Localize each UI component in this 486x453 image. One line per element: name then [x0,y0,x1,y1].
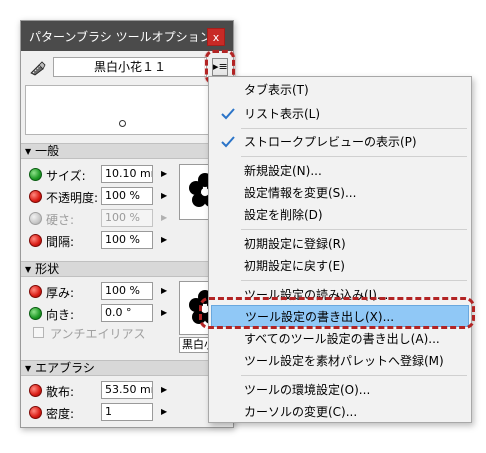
pressure-toggle-icon[interactable] [29,406,42,419]
menu-item-label: ストロークプレビューの表示(P) [244,135,417,149]
menu-separator [241,156,467,157]
brush-cursor-icon [119,120,126,127]
menu-item-label: リスト表示(L) [244,107,321,121]
menu-item-export-all-settings[interactable]: すべてのツール設定の書き出し(A)... [211,328,469,350]
menu-item-label: ツール設定を素材パレットへ登録(M) [244,354,444,368]
menu-item-change-info[interactable]: 設定情報を変更(S)... [211,182,469,204]
menu-separator [241,229,467,230]
section-shape[interactable]: ▼ 形状 [21,261,233,277]
hardness-arrow-icon: ▶ [161,213,168,222]
interval-arrow-icon[interactable]: ▶ [161,235,167,244]
tool-options-panel: パターンブラシ ツールオプション x 黒白小花１１ ▸≡ ▼ 一般 サイズ: 10… [20,20,234,428]
panel-titlebar[interactable]: パターンブラシ ツールオプション x [21,21,233,51]
density-input[interactable]: 1 [101,403,153,421]
menu-item-list-view[interactable]: リスト表示(L) [211,103,469,125]
export-item-highlight [199,297,475,329]
param-opacity-row: 不透明度: 100 % ▶ [21,186,181,206]
interval-input[interactable]: 100 % [101,231,153,249]
opacity-arrow-icon[interactable]: ▶ [161,191,167,200]
stroke-preview [25,85,229,135]
thickness-label: 厚み: [46,286,75,300]
pressure-toggle-icon[interactable] [29,168,42,181]
menu-item-label: 新規設定(N)... [244,164,322,178]
scatter-label: 散布: [46,385,75,399]
menu-item-tab-view[interactable]: タブ表示(T) [211,79,469,101]
direction-arrow-icon[interactable]: ▶ [161,308,167,317]
close-button[interactable]: x [207,28,225,46]
options-context-menu: タブ表示(T) リスト表示(L) ストロークプレビューの表示(P) 新規設定(N… [208,76,472,423]
hardness-label: 硬さ: [46,213,75,227]
param-interval-row: 間隔: 100 % ▶ [21,230,181,250]
direction-input[interactable]: 0.0 ° [101,304,153,322]
menu-separator [241,375,467,376]
param-direction-row: 向き: 0.0 ° ▶ [21,303,181,323]
menu-item-register-material[interactable]: ツール設定を素材パレットへ登録(M) [211,350,469,372]
param-density-row: 密度: 1 ▶ [21,402,181,422]
menu-item-change-cursor[interactable]: カーソルの変更(C)... [211,401,469,423]
menu-item-stroke-preview[interactable]: ストロークプレビューの表示(P) [211,131,469,153]
scatter-arrow-icon[interactable]: ▶ [161,385,167,394]
menu-item-restore-initial[interactable]: 初期設定に戻す(E) [211,255,469,277]
section-airbrush-label: エアブラシ [35,361,95,375]
pressure-toggle-icon[interactable] [29,190,42,203]
collapse-triangle-icon: ▼ [25,265,32,274]
pressure-toggle-icon [29,212,42,225]
thickness-input[interactable]: 100 % [101,282,153,300]
param-thickness-row: 厚み: 100 % ▶ [21,281,181,301]
section-airbrush[interactable]: ▼ エアブラシ [21,360,233,376]
section-general-label: 一般 [35,144,60,158]
antialias-row: アンチエイリアス [33,325,173,341]
menu-item-label: 設定を削除(D) [244,208,323,222]
opacity-label: 不透明度: [46,191,99,205]
size-arrow-icon[interactable]: ▶ [161,169,167,178]
interval-label: 間隔: [46,235,75,249]
pressure-toggle-icon[interactable] [29,234,42,247]
menu-item-label: 初期設定に戻す(E) [244,259,345,273]
density-arrow-icon[interactable]: ▶ [161,407,167,416]
size-input[interactable]: 10.10 mm [101,165,153,183]
param-scatter-row: 散布: 53.50 mm ▶ [21,380,181,400]
direction-label: 向き: [46,308,75,322]
menu-item-label: ツールの環境設定(O)... [244,383,371,397]
menu-separator [241,128,467,129]
menu-item-tool-preferences[interactable]: ツールの環境設定(O)... [211,379,469,401]
section-general[interactable]: ▼ 一般 [21,143,233,159]
check-icon [221,108,235,120]
opacity-input[interactable]: 100 % [101,187,153,205]
menu-item-label: カーソルの変更(C)... [244,405,358,419]
antialias-label: アンチエイリアス [50,327,146,341]
section-shape-label: 形状 [35,262,60,276]
pressure-toggle-icon[interactable] [29,285,42,298]
panel-title: パターンブラシ ツールオプション [29,29,212,44]
collapse-triangle-icon: ▼ [25,147,32,156]
hardness-input: 100 % [101,209,153,227]
menu-item-label: すべてのツール設定の書き出し(A)... [244,332,440,346]
scatter-input[interactable]: 53.50 mm [101,381,153,399]
thickness-arrow-icon[interactable]: ▶ [161,286,167,295]
menu-item-register-initial[interactable]: 初期設定に登録(R) [211,233,469,255]
check-icon [221,136,235,148]
brush-name-field[interactable]: 黒白小花１１ [53,57,207,77]
param-hardness-row: 硬さ: 100 % ▶ [21,208,181,228]
param-size-row: サイズ: 10.10 mm ▶ [21,164,181,184]
menu-item-new-setting[interactable]: 新規設定(N)... [211,160,469,182]
menu-item-label: 初期設定に登録(R) [244,237,346,251]
menu-item-label: 設定情報を変更(S)... [244,186,357,200]
pressure-toggle-icon[interactable] [29,307,42,320]
pressure-toggle-icon[interactable] [29,384,42,397]
antialias-checkbox [33,327,44,338]
size-label: サイズ: [46,169,86,183]
pattern-brush-icon [30,61,46,76]
menu-item-label: タブ表示(T) [244,83,309,97]
menu-separator [241,280,467,281]
density-label: 密度: [46,407,75,421]
menu-item-delete-setting[interactable]: 設定を削除(D) [211,204,469,226]
brush-selector-row: 黒白小花１１ ▸≡ [21,57,233,79]
collapse-triangle-icon: ▼ [25,364,32,373]
